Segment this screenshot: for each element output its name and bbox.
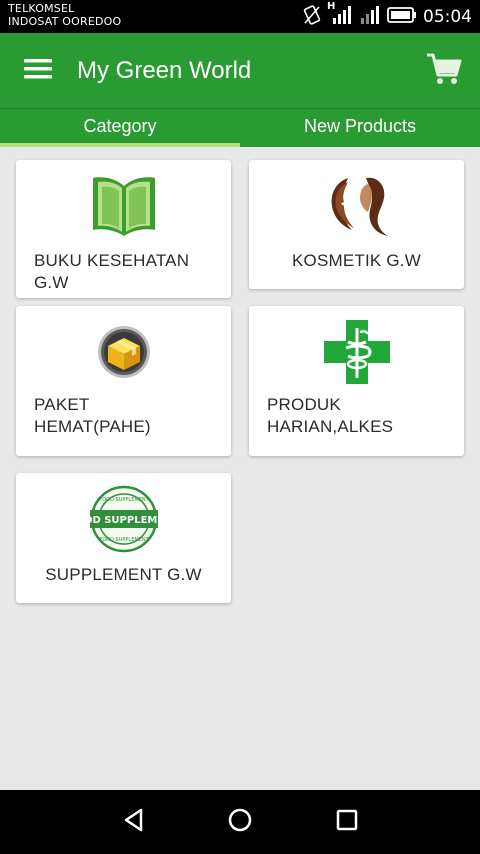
signal-strength-icon-2 bbox=[359, 4, 381, 31]
category-label: BUKU KESEHATAN G.W bbox=[34, 251, 190, 292]
category-label: SUPPLEMENT G.W bbox=[45, 565, 202, 584]
home-circle-icon bbox=[227, 807, 253, 838]
app-bar: My Green World bbox=[0, 33, 480, 108]
nav-back-button[interactable] bbox=[114, 806, 154, 838]
status-time: 05:04 bbox=[423, 7, 472, 27]
category-card-supplement[interactable]: OOD SUPPLEMEN FOOD SUPPLEMENT FOOD SUPPL… bbox=[16, 473, 231, 603]
category-label: PAKET HEMAT(PAHE) bbox=[34, 395, 151, 436]
woman-silhouette-icon bbox=[322, 174, 392, 238]
category-card-buku-kesehatan[interactable]: BUKU KESEHATAN G.W bbox=[16, 160, 231, 298]
hamburger-menu-icon bbox=[23, 58, 53, 85]
app-title: My Green World bbox=[77, 57, 252, 84]
selected-tab-indicator bbox=[0, 143, 240, 147]
gold-package-icon bbox=[96, 324, 152, 380]
green-book-icon bbox=[89, 172, 159, 238]
food-supplement-stamp-icon: OOD SUPPLEMEN FOOD SUPPLEMENT FOOD SUPPL… bbox=[89, 485, 158, 553]
tab-new-products[interactable]: New Products bbox=[240, 109, 480, 148]
network-type-label: H bbox=[327, 0, 336, 12]
category-label: PRODUK HARIAN,ALKES bbox=[267, 395, 394, 436]
category-label: KOSMETIK G.W bbox=[292, 251, 421, 270]
cart-button[interactable] bbox=[422, 49, 466, 93]
vibrate-icon bbox=[303, 4, 321, 30]
nav-home-button[interactable] bbox=[220, 806, 260, 838]
status-icons: H 05:04 bbox=[303, 0, 472, 31]
tab-bar: Category New Products bbox=[0, 108, 480, 147]
category-card-kosmetik[interactable]: KOSMETIK G.W bbox=[249, 160, 464, 289]
status-bar: TELKOMSEL INDOSAT OOREDOO H 05:04 bbox=[0, 0, 480, 33]
shopping-cart-icon bbox=[425, 51, 463, 92]
carrier-name-2: INDOSAT OOREDOO bbox=[8, 15, 122, 28]
nav-recents-button[interactable] bbox=[327, 806, 367, 838]
menu-button[interactable] bbox=[18, 53, 58, 89]
stamp-text: OOD SUPPLEMEN bbox=[90, 515, 158, 526]
carrier-name-1: TELKOMSEL bbox=[8, 2, 75, 15]
stamp-ring-text-top: FOOD SUPPLEMENT bbox=[99, 497, 149, 503]
category-card-produk-harian[interactable]: PRODUK HARIAN,ALKES bbox=[249, 306, 464, 456]
stamp-ring-text-bottom: FOOD SUPPLEMENT bbox=[99, 537, 149, 543]
green-pharmacy-cross-icon bbox=[322, 318, 392, 386]
back-triangle-icon bbox=[121, 807, 147, 838]
signal-strength-icon: H bbox=[327, 0, 353, 31]
recents-square-icon bbox=[334, 807, 360, 838]
category-card-paket-hemat[interactable]: PAKET HEMAT(PAHE) bbox=[16, 306, 231, 456]
battery-icon bbox=[387, 6, 417, 29]
system-nav-bar bbox=[0, 790, 480, 854]
